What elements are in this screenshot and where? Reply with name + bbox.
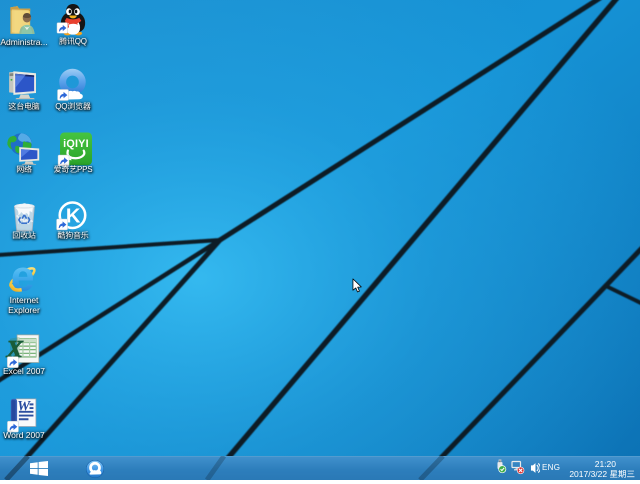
svg-text:e: e — [11, 253, 35, 300]
svg-text:K: K — [66, 206, 81, 228]
svg-text:W: W — [17, 399, 31, 415]
svg-text:iQIYI: iQIYI — [63, 138, 89, 150]
